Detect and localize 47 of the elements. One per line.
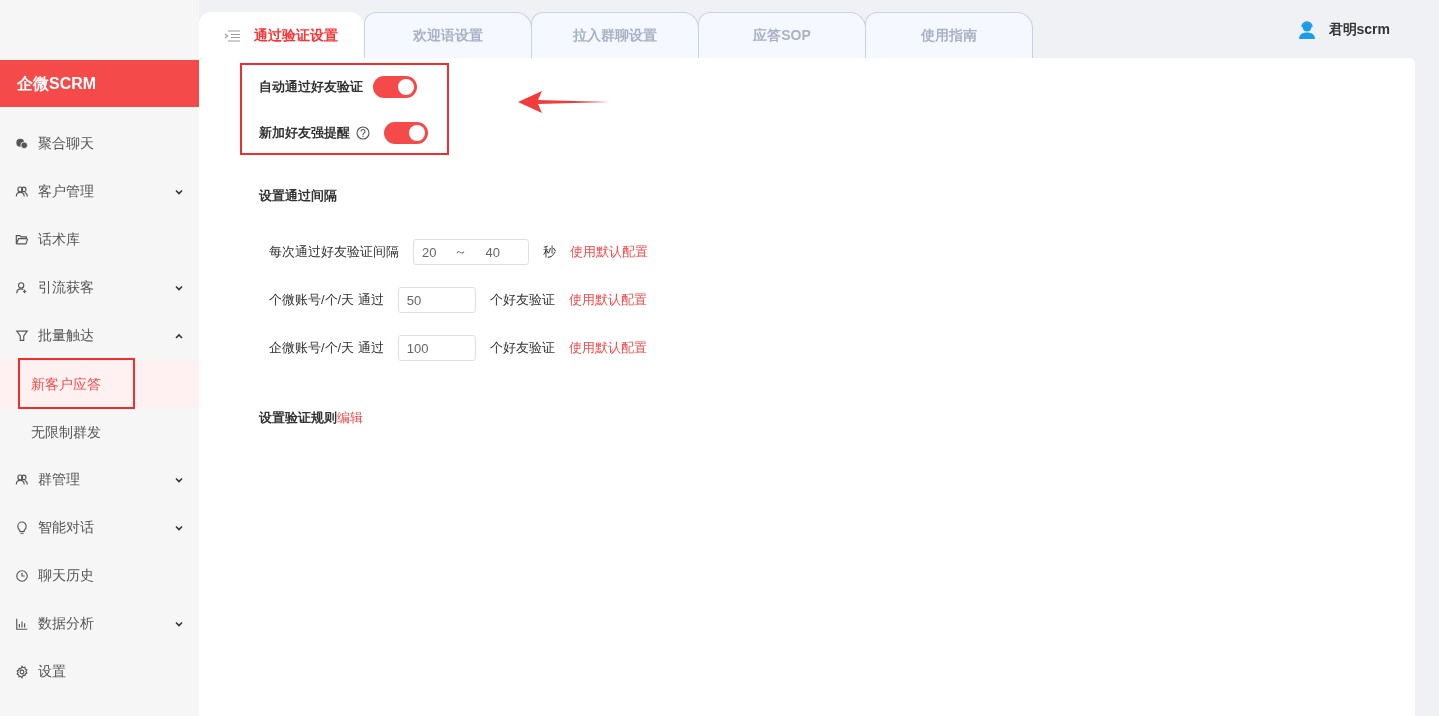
toggle-switch[interactable] — [384, 122, 428, 144]
menu-icon[interactable] — [224, 29, 240, 42]
sidebar-item[interactable]: 群管理 — [0, 456, 199, 504]
two-people-icon — [15, 185, 29, 199]
logo-text: 企微SCRM — [0, 60, 199, 107]
two-people-icon — [15, 473, 29, 487]
sidebar-item[interactable]: 聚合聊天 — [0, 120, 199, 168]
sidebar-item[interactable]: 智能对话 — [0, 504, 199, 552]
default-config-link[interactable]: 使用默认配置 — [568, 291, 647, 309]
toggle-switch[interactable] — [373, 76, 417, 98]
sidebar-subitem[interactable]: 新客户应答 — [0, 360, 199, 408]
sidebar-item[interactable]: 聊天历史 — [0, 552, 199, 600]
rules-text: 设置验证规则编辑 — [259, 409, 364, 427]
clock-icon — [15, 569, 29, 583]
edit-link[interactable]: 编辑 — [337, 410, 363, 425]
field-label: 每次通过好友验证间隔 — [269, 243, 399, 261]
sidebar-subitem[interactable]: 无限制群发 — [0, 408, 199, 456]
number-field[interactable]: 50 — [397, 287, 476, 313]
sidebar-item[interactable]: 数据分析 — [0, 600, 199, 648]
field-label: 企微账号/个/天 通过 — [269, 339, 384, 357]
default-config-link[interactable]: 使用默认配置 — [570, 243, 648, 261]
person-plus-icon — [15, 281, 29, 295]
field-label: 个微账号/个/天 通过 — [269, 291, 384, 309]
unit-label: 个好友验证 — [489, 291, 555, 309]
lightbulb-icon — [15, 521, 29, 535]
user-avatar-icon — [1296, 20, 1317, 40]
default-config-link[interactable]: 使用默认配置 — [568, 339, 647, 357]
number-field[interactable]: 100 — [397, 335, 476, 361]
toggle-label: 自动通过好友验证 — [259, 78, 363, 96]
sidebar-item[interactable]: 批量触达 — [0, 312, 199, 360]
chat-bubbles-icon — [15, 137, 29, 151]
bar-chart-icon — [15, 617, 29, 631]
unit-label: 个好友验证 — [489, 339, 555, 357]
help-icon[interactable] — [356, 126, 370, 140]
number-field[interactable]: 20 ～ 40 — [413, 239, 529, 265]
sidebar-item[interactable]: 客户管理 — [0, 168, 199, 216]
unit-label: 秒 — [543, 243, 556, 261]
user-name: 君明scrm — [1328, 21, 1390, 39]
tab[interactable]: 通过验证设置 — [199, 12, 365, 58]
settings-icon — [15, 665, 29, 679]
sidebar-item[interactable]: 设置 — [0, 648, 199, 696]
funnel-icon — [15, 329, 29, 343]
toggle-label: 新加好友强提醒 — [259, 124, 350, 142]
sidebar-item[interactable]: 引流获客 — [0, 264, 199, 312]
sidebar-item[interactable]: 话术库 — [0, 216, 199, 264]
folder-icon — [15, 233, 29, 247]
section-title: 设置通过间隔 — [259, 187, 338, 205]
